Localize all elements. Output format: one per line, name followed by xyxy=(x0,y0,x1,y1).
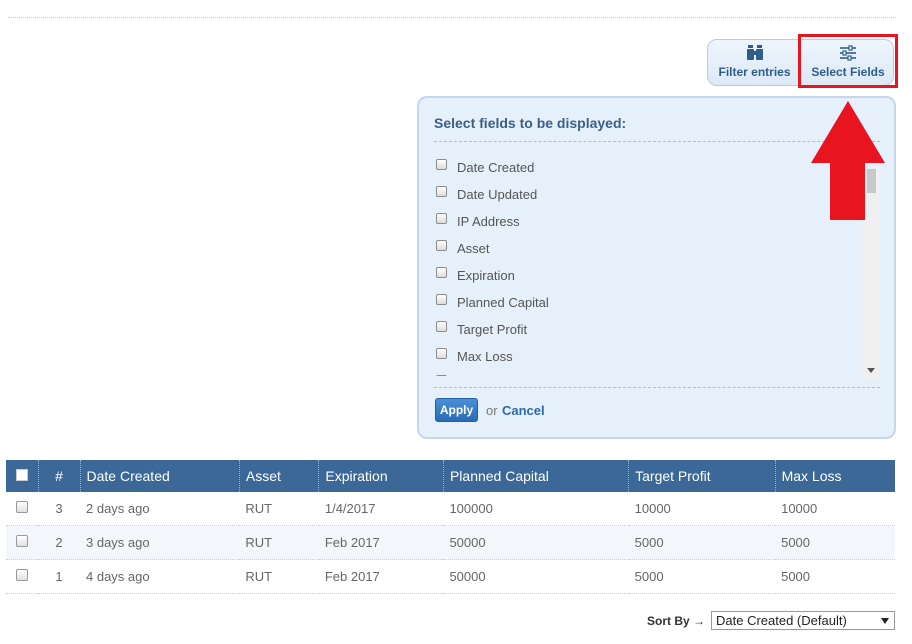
field-checkbox[interactable] xyxy=(436,267,447,278)
cell-expiration: Feb 2017 xyxy=(318,559,444,594)
field-option[interactable]: Date Created xyxy=(436,154,836,181)
panel-title: Select fields to be displayed: xyxy=(434,115,627,131)
filter-entries-button[interactable]: Filter entries xyxy=(708,40,801,85)
select-all-header xyxy=(6,460,39,492)
table-row[interactable]: 1 4 days ago RUT Feb 2017 50000 5000 500… xyxy=(6,559,895,594)
cell-number: 2 xyxy=(38,525,80,560)
cell-date-created: 3 days ago xyxy=(80,525,240,560)
field-checkbox[interactable] xyxy=(436,375,447,376)
table-row[interactable]: 2 3 days ago RUT Feb 2017 50000 5000 500… xyxy=(6,525,895,560)
row-checkbox-cell xyxy=(6,525,38,560)
cell-planned-capital: 50000 xyxy=(443,525,629,560)
col-header-expiration[interactable]: Expiration xyxy=(318,460,444,492)
apply-button[interactable]: Apply xyxy=(435,398,478,422)
annotation-highlight-box xyxy=(798,34,898,88)
field-label: Planned Capital xyxy=(457,295,549,310)
col-header-date-created[interactable]: Date Created xyxy=(80,460,240,492)
chevron-down-icon xyxy=(881,618,889,624)
cell-max-loss: 5000 xyxy=(775,525,895,560)
field-label: Target Profit xyxy=(457,322,528,337)
filter-entries-label: Filter entries xyxy=(718,65,791,79)
table-row[interactable]: 3 2 days ago RUT 1/4/2017 100000 10000 1… xyxy=(6,492,895,526)
cell-max-loss: 5000 xyxy=(775,559,895,594)
field-list: Date Created Date Updated IP Address Ass… xyxy=(436,154,836,376)
field-option[interactable]: Target Profit xyxy=(436,316,836,343)
select-all-checkbox[interactable] xyxy=(15,469,28,481)
cell-asset: RUT xyxy=(239,525,319,560)
cell-target-profit: 5000 xyxy=(628,559,776,594)
col-header-planned-capital[interactable]: Planned Capital xyxy=(443,460,630,492)
cell-number: 1 xyxy=(38,559,80,594)
table-header-row: # Date Created Asset Expiration Planned … xyxy=(6,460,895,492)
row-checkbox-cell xyxy=(6,559,38,594)
field-checkbox[interactable] xyxy=(436,321,447,332)
row-checkbox[interactable] xyxy=(16,569,28,581)
cell-planned-capital: 50000 xyxy=(443,559,629,594)
sort-by-select[interactable]: Date Created (Default) xyxy=(711,611,895,630)
col-header-target-profit[interactable]: Target Profit xyxy=(628,460,776,492)
sort-selected-value: Date Created (Default) xyxy=(716,613,847,628)
field-checkbox[interactable] xyxy=(436,159,447,170)
col-header-number[interactable]: # xyxy=(38,460,81,492)
row-checkbox[interactable] xyxy=(16,501,28,513)
cancel-link[interactable]: Cancel xyxy=(502,403,545,418)
cell-max-loss: 10000 xyxy=(775,492,895,526)
field-label: IP Address xyxy=(457,214,520,229)
cell-date-created: 2 days ago xyxy=(80,492,240,526)
cell-asset: RUT xyxy=(239,492,319,526)
entries-table: # Date Created Asset Expiration Planned … xyxy=(6,460,895,594)
field-label: Date Updated xyxy=(457,187,538,202)
top-divider xyxy=(8,17,896,18)
field-label: Date Created xyxy=(457,160,535,175)
field-label: Max Loss xyxy=(457,349,513,364)
scroll-down-arrow-icon[interactable] xyxy=(867,368,875,373)
row-checkbox-cell xyxy=(6,492,38,526)
col-header-asset[interactable]: Asset xyxy=(239,460,320,492)
cell-target-profit: 5000 xyxy=(628,525,776,560)
cell-planned-capital: 100000 xyxy=(443,492,629,526)
field-option[interactable]: Planned Capital xyxy=(436,289,836,316)
row-checkbox[interactable] xyxy=(16,535,28,547)
field-label: Asset xyxy=(457,241,490,256)
cell-number: 3 xyxy=(38,492,80,526)
field-label: Expiration xyxy=(457,268,515,283)
field-checkbox[interactable] xyxy=(436,240,447,251)
or-text: or xyxy=(486,403,498,418)
field-checkbox[interactable] xyxy=(436,294,447,305)
panel-divider-bottom xyxy=(434,387,880,388)
field-option[interactable]: Date Updated xyxy=(436,181,836,208)
col-header-max-loss[interactable]: Max Loss xyxy=(775,460,895,492)
cell-target-profit: 10000 xyxy=(628,492,776,526)
field-option[interactable]: IP Address xyxy=(436,208,836,235)
field-option[interactable] xyxy=(436,370,836,376)
field-checkbox[interactable] xyxy=(436,348,447,359)
sort-arrow-icon: → xyxy=(693,614,706,628)
field-option[interactable]: Max Loss xyxy=(436,343,836,370)
cell-expiration: 1/4/2017 xyxy=(318,492,444,526)
field-option[interactable]: Expiration xyxy=(436,262,836,289)
field-checkbox[interactable] xyxy=(436,213,447,224)
sort-by-label: Sort By → xyxy=(647,614,705,628)
field-option[interactable]: Asset xyxy=(436,235,836,262)
cell-asset: RUT xyxy=(239,559,319,594)
cell-date-created: 4 days ago xyxy=(80,559,240,594)
annotation-arrow-icon xyxy=(811,101,885,220)
binoculars-icon xyxy=(746,45,763,60)
cell-expiration: Feb 2017 xyxy=(318,525,444,560)
sort-by-text: Sort By xyxy=(647,614,690,628)
field-checkbox[interactable] xyxy=(436,186,447,197)
